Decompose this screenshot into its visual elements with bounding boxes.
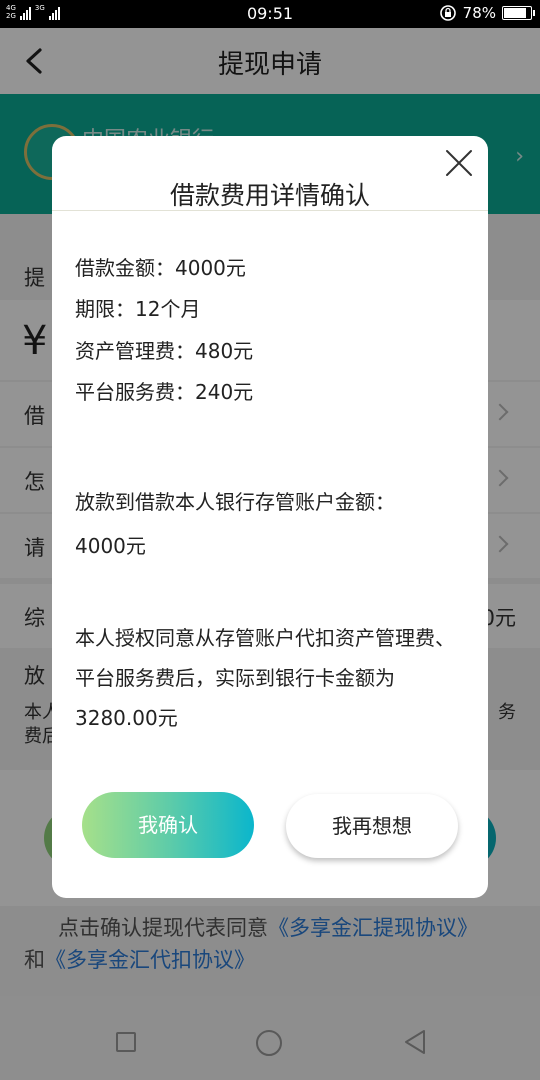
dialog-divider: [52, 210, 488, 211]
status-bar: 4G 2G 3G 09:51 78%: [0, 0, 540, 28]
loan-amount: 借款金额：4000元: [75, 256, 246, 280]
disbursement-amount: 4000元: [75, 534, 146, 558]
fee-confirm-dialog: 借款费用详情确认 借款金额：4000元 期限：12个月 资产管理费：480元 平…: [52, 136, 488, 898]
asset-management-fee: 资产管理费：480元: [75, 339, 254, 363]
authorization-text: 本人授权同意从存管账户代扣资产管理费、平台服务费后，实际到银行卡金额为3280.…: [75, 626, 455, 730]
disbursement-label: 放款到借款本人银行存管账户金额：: [75, 490, 395, 514]
battery-icon: [502, 6, 535, 20]
battery-level: [504, 8, 526, 18]
reconsider-button[interactable]: 我再想想: [286, 794, 458, 858]
status-right: 78%: [439, 4, 535, 22]
battery-percent: 78%: [462, 4, 496, 22]
platform-service-fee: 平台服务费：240元: [75, 380, 254, 404]
rotation-lock-icon: [439, 5, 456, 21]
confirm-button[interactable]: 我确认: [82, 792, 254, 858]
dialog-title: 借款费用详情确认: [169, 181, 370, 210]
loan-term: 期限：12个月: [75, 297, 201, 321]
close-icon[interactable]: [444, 148, 474, 178]
